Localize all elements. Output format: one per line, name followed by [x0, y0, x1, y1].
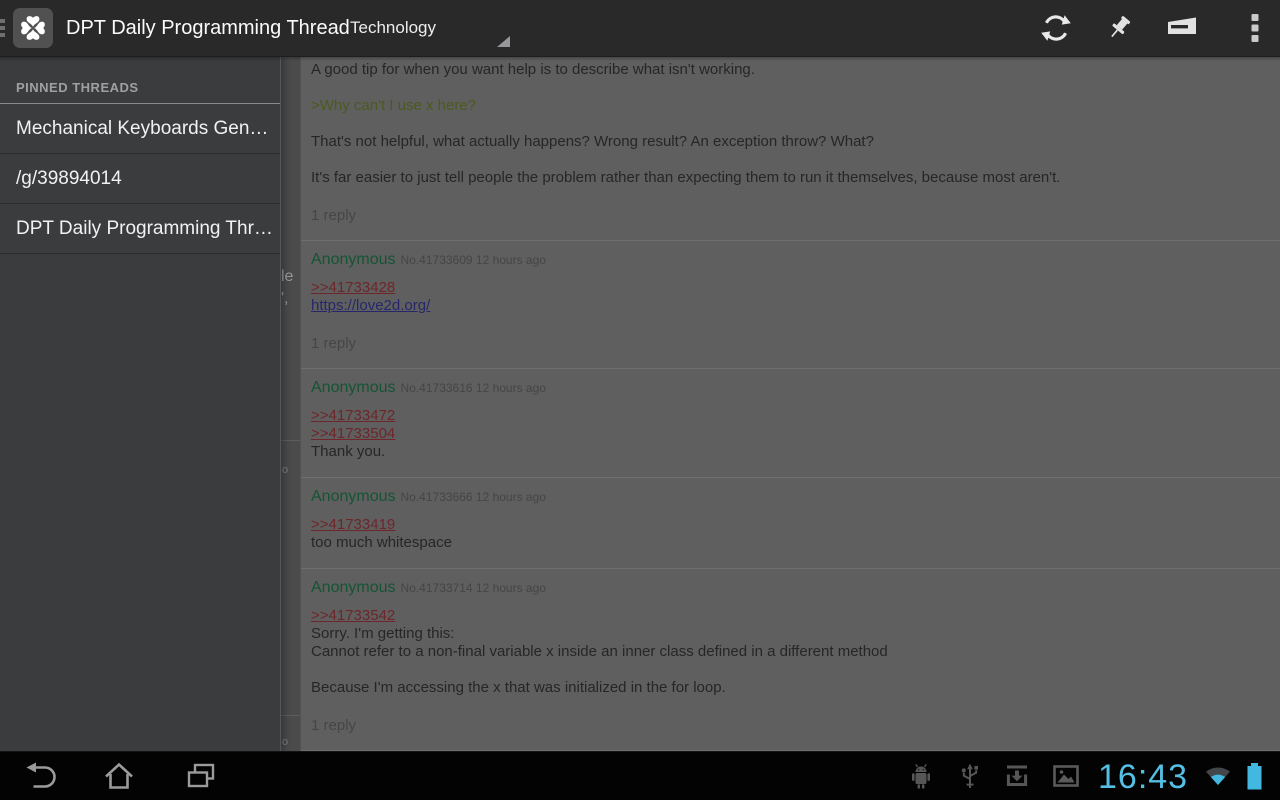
post-text-line: Sorry. I'm getting this: [311, 625, 1266, 643]
catalog-text-fragment: o [282, 464, 288, 476]
url-link[interactable]: https://love2d.org/ [311, 297, 430, 315]
board-spinner-label: Technology [350, 18, 436, 38]
refresh-button[interactable] [1040, 12, 1072, 44]
post: Anonymous No.41733609 12 hours ago >>4173… [301, 241, 1280, 369]
post-text-line: Because I'm accessing the x that was ini… [311, 679, 1266, 697]
post-header: Anonymous No.41733609 12 hours ago [311, 251, 1266, 269]
home-button[interactable] [100, 759, 138, 793]
board-spinner[interactable]: Technology [350, 0, 436, 56]
overflow-menu-icon [1251, 14, 1259, 42]
post-text-line: A good tip for when you want help is to … [311, 61, 1266, 79]
post-meta: No.41733616 12 hours ago [401, 381, 546, 395]
pin-button[interactable] [1103, 12, 1135, 44]
post-header: Anonymous No.41733616 12 hours ago [311, 379, 1266, 397]
status-clock: 16:43 [1098, 755, 1202, 800]
post-header: Anonymous No.41733666 12 hours ago [311, 488, 1266, 506]
quote-link[interactable]: >>41733504 [311, 425, 395, 443]
screen: le ', o o A good tip for when you want h… [0, 0, 1280, 800]
replies-link[interactable]: 1 reply [311, 335, 1266, 352]
battery-icon [1246, 763, 1263, 795]
wifi-icon [1205, 766, 1231, 791]
drawer-edge-handle[interactable] [0, 19, 5, 40]
replies-link[interactable]: 1 reply [311, 717, 1266, 734]
catalog-text-fragment: ', [281, 290, 289, 308]
pinned-threads-drawer: PINNED THREADS Mechanical Keyboards Gen…… [0, 56, 281, 752]
catalog-text-fragment: o [282, 736, 288, 748]
post-text-line: too much whitespace [311, 534, 1266, 552]
post-meta: No.41733609 12 hours ago [401, 253, 546, 267]
post-header: Anonymous No.41733714 12 hours ago [311, 579, 1266, 597]
download-tray-icon [1004, 763, 1030, 794]
recent-apps-button[interactable] [182, 759, 220, 793]
replies-link[interactable]: 1 reply [311, 207, 1266, 224]
drawer-header: PINNED THREADS [0, 56, 280, 104]
action-bar: DPT Daily Programming Thread Technology [0, 0, 1280, 57]
screenshot-image-icon [1053, 765, 1079, 792]
usb-debugging-icon [958, 763, 982, 796]
poster-name: Anonymous [311, 488, 396, 505]
quote-link[interactable]: >>41733472 [311, 407, 395, 425]
overflow-menu-button[interactable] [1248, 12, 1262, 44]
greentext-line: >Why can't I use x here? [311, 97, 1266, 115]
content-area: le ', o o A good tip for when you want h… [0, 56, 1280, 752]
post: Anonymous No.41733714 12 hours ago >>4173… [301, 569, 1280, 751]
blank-line [311, 661, 1266, 679]
pinned-thread-item[interactable]: DPT Daily Programming Thr… [0, 204, 280, 254]
blank-line [311, 151, 1266, 169]
app-logo-clover-icon[interactable] [13, 8, 53, 48]
quote-link[interactable]: >>41733419 [311, 516, 395, 534]
poster-name: Anonymous [311, 579, 396, 596]
pinned-thread-item[interactable]: /g/39894014 [0, 154, 280, 204]
reply-icon [1167, 16, 1197, 40]
catalog-text-fragment: le [281, 268, 293, 286]
post-text-line: That's not helpful, what actually happen… [311, 133, 1266, 151]
quote-link[interactable]: >>41733428 [311, 279, 395, 297]
blank-line [311, 79, 1266, 97]
quote-link[interactable]: >>41733542 [311, 607, 395, 625]
post: Anonymous No.41733666 12 hours ago >>4173… [301, 478, 1280, 569]
reply-button[interactable] [1166, 12, 1198, 44]
recent-apps-icon [184, 760, 218, 792]
pin-icon [1103, 12, 1135, 44]
poster-name: Anonymous [311, 379, 396, 396]
post-text-line: Cannot refer to a non-final variable x i… [311, 643, 1266, 661]
post: Anonymous No.41733616 12 hours ago >>4173… [301, 369, 1280, 478]
poster-name: Anonymous [311, 251, 396, 268]
thread-title: DPT Daily Programming Thread [66, 0, 350, 56]
spinner-caret-icon [497, 36, 510, 47]
back-button[interactable] [22, 759, 60, 793]
refresh-icon [1040, 12, 1072, 44]
thread-pane: A good tip for when you want help is to … [300, 56, 1280, 752]
catalog-divider [280, 440, 300, 441]
back-icon [22, 759, 60, 793]
pinned-thread-item[interactable]: Mechanical Keyboards Gen… [0, 104, 280, 154]
post-meta: No.41733714 12 hours ago [401, 581, 546, 595]
blank-line [311, 115, 1266, 133]
home-icon [101, 759, 137, 793]
post-meta: No.41733666 12 hours ago [401, 490, 546, 504]
catalog-divider [280, 715, 300, 716]
system-nav-bar: 16:43 [0, 751, 1280, 800]
post-text-line: It's far easier to just tell people the … [311, 169, 1266, 187]
adb-android-icon [908, 763, 934, 796]
post-text-line: Thank you. [311, 443, 1266, 461]
post: A good tip for when you want help is to … [301, 56, 1280, 241]
